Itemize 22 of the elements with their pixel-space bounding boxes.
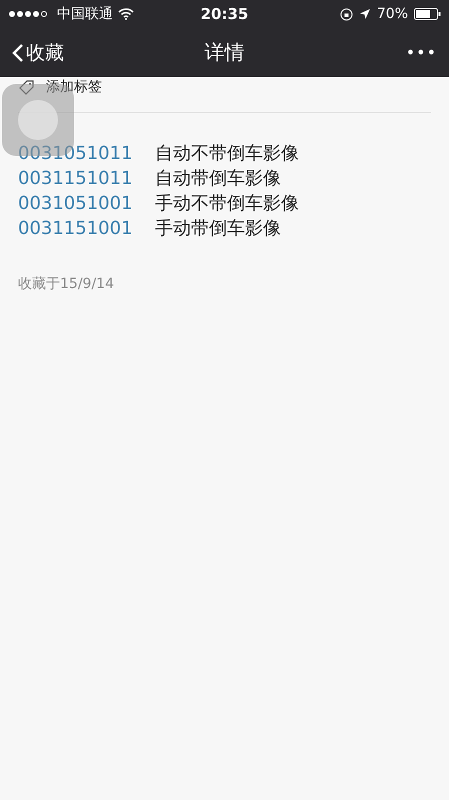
clock-time: 20:35 <box>200 5 248 23</box>
battery-percent: 70% <box>376 6 408 22</box>
tag-icon[interactable] <box>18 79 36 95</box>
part-number: 0031151001 <box>18 217 134 241</box>
more-button[interactable]: ••• <box>406 43 437 62</box>
add-tag-link[interactable]: 添加标签 <box>46 78 102 96</box>
rotation-lock-icon <box>340 8 353 20</box>
part-number: 0031151011 <box>18 167 134 191</box>
part-description: 手动不带倒车影像 <box>155 192 299 216</box>
battery-icon <box>414 8 441 20</box>
carrier-name: 中国联通 <box>57 5 113 23</box>
saved-date: 收藏于15/9/14 <box>18 275 115 293</box>
part-description: 自动不带倒车影像 <box>155 142 299 166</box>
location-arrow-icon <box>358 8 371 20</box>
wifi-icon <box>118 8 134 20</box>
part-description: 手动带倒车影像 <box>155 217 282 241</box>
chevron-left-icon <box>12 42 24 62</box>
part-number: 0031051011 <box>18 142 134 166</box>
back-button[interactable]: 收藏 <box>12 40 64 66</box>
part-description: 自动带倒车影像 <box>155 167 282 191</box>
page-title: 详情 <box>204 39 244 66</box>
part-number: 0031051001 <box>18 192 134 216</box>
